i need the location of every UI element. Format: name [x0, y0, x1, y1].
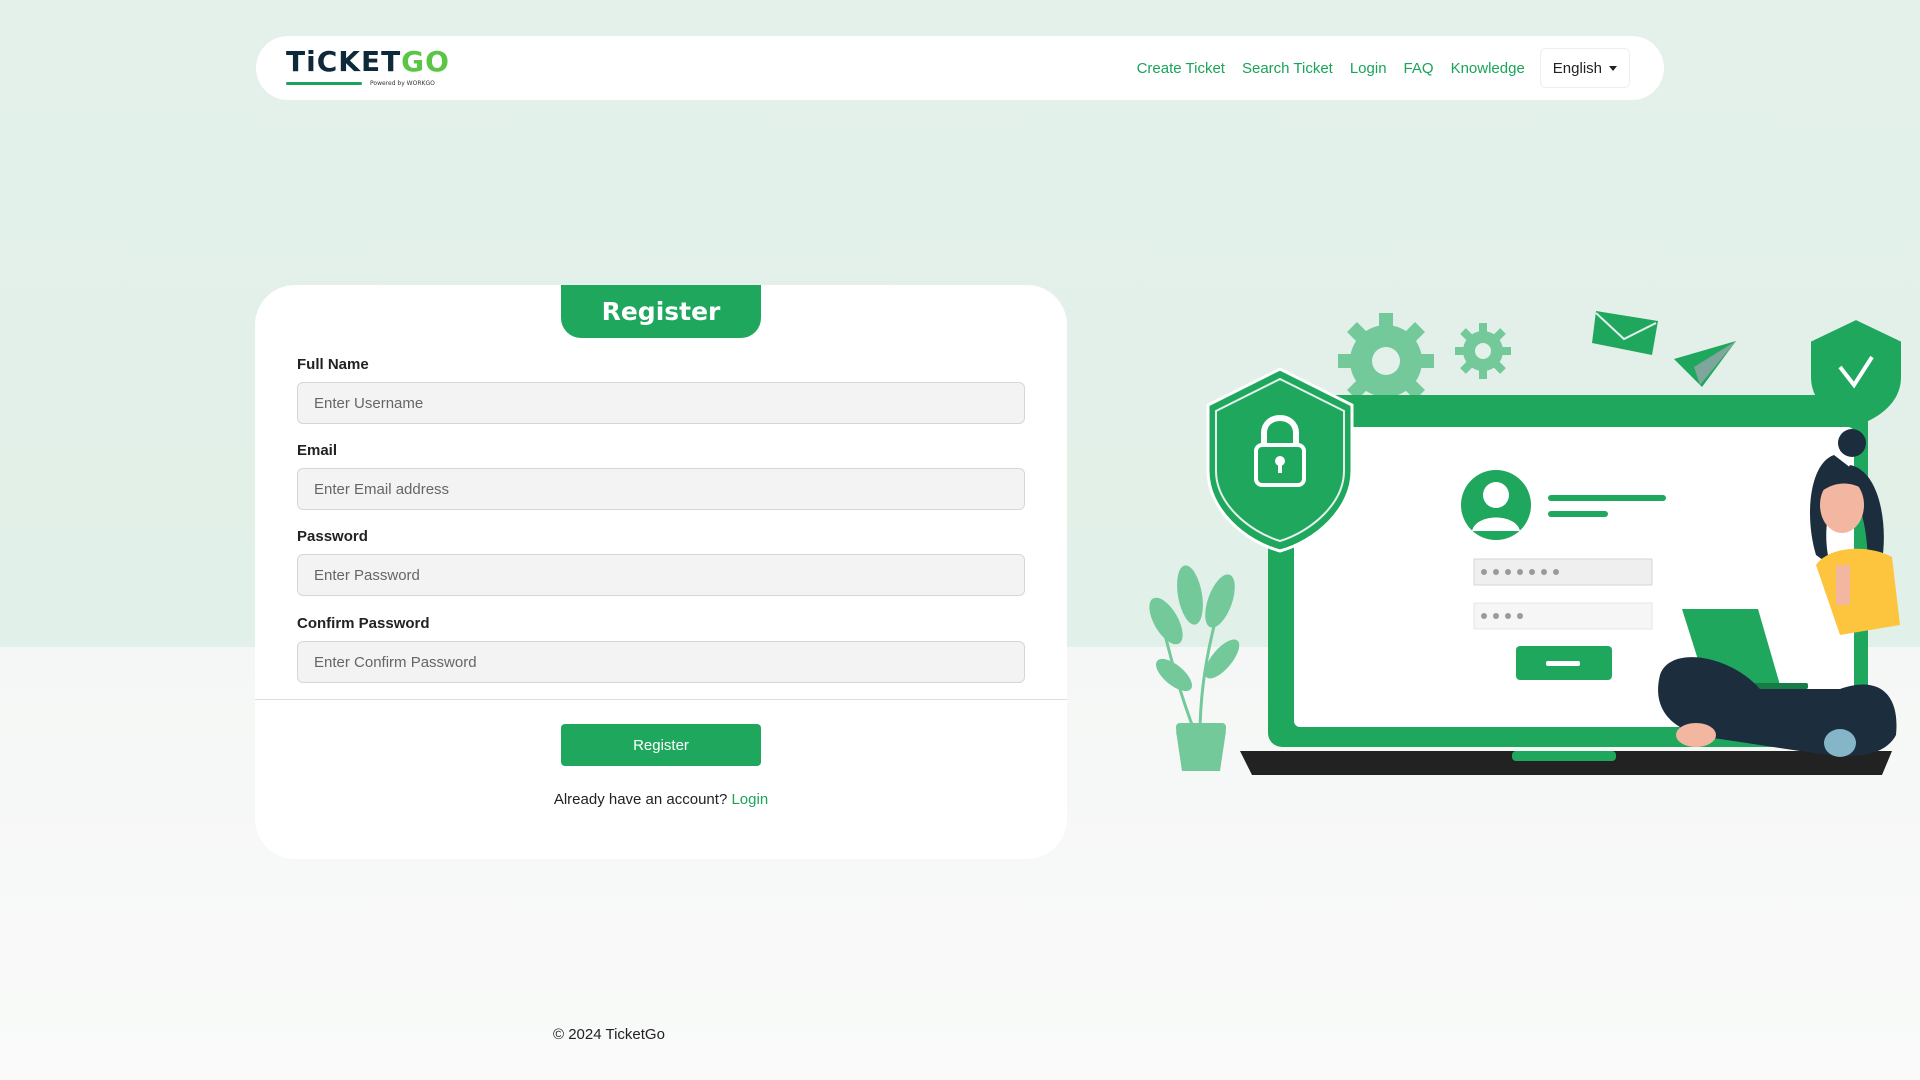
- nav-links: Create Ticket Search Ticket Login FAQ Kn…: [1120, 48, 1630, 88]
- full-name-label: Full Name: [297, 356, 369, 373]
- plant-icon: [1149, 565, 1240, 771]
- confirm-password-label: Confirm Password: [297, 615, 430, 632]
- register-title: Register: [561, 285, 761, 338]
- language-dropdown[interactable]: English: [1539, 48, 1630, 88]
- nav-link-knowledge[interactable]: Knowledge: [1451, 60, 1525, 77]
- logo-wordmark: TiCKETGO: [286, 45, 450, 78]
- register-button[interactable]: Register: [561, 724, 761, 766]
- email-label: Email: [297, 442, 338, 459]
- paper-plane-icon: [1674, 341, 1736, 387]
- register-card: Register Full Name Email Password Confir…: [255, 285, 1067, 859]
- language-label: English: [1552, 59, 1602, 77]
- screen-line-1: [1548, 495, 1666, 501]
- footer-copyright: © 2024 TicketGo: [553, 1026, 665, 1043]
- card-divider: [255, 699, 1067, 700]
- logo-subtext: Powered by WORKGO: [370, 80, 435, 87]
- screen-button-label: [1546, 661, 1580, 666]
- ticketgo-logo[interactable]: TiCKETGO Powered by WORKGO: [286, 45, 450, 90]
- security-login-illustration: [1149, 311, 1903, 775]
- caret-down-icon: [1609, 65, 1617, 71]
- screen-line-2: [1548, 511, 1608, 517]
- confirm-password-input[interactable]: [297, 641, 1025, 683]
- navbar: TiCKETGO Powered by WORKGO Create Ticket…: [256, 36, 1664, 100]
- full-name-input[interactable]: [297, 382, 1025, 424]
- password-input[interactable]: [297, 554, 1025, 596]
- nav-link-login[interactable]: Login: [1350, 60, 1387, 77]
- gear-small-icon: [1455, 323, 1511, 379]
- account-prompt: Already have an account? Login: [255, 791, 1067, 808]
- screen-field-1: [1473, 558, 1653, 586]
- email-input[interactable]: [297, 468, 1025, 510]
- user-avatar-icon: [1461, 470, 1531, 540]
- account-prompt-text: Already have an account?: [553, 791, 728, 808]
- nav-link-search-ticket[interactable]: Search Ticket: [1242, 60, 1333, 77]
- nav-link-faq[interactable]: FAQ: [1404, 60, 1434, 77]
- nav-link-create-ticket[interactable]: Create Ticket: [1137, 60, 1225, 77]
- logo-underline: [286, 82, 362, 85]
- password-label: Password: [297, 528, 368, 545]
- envelope-icon: [1592, 311, 1658, 355]
- screen-field-2: [1473, 602, 1653, 630]
- login-link[interactable]: Login: [731, 791, 768, 808]
- gear-icon: [1338, 313, 1434, 409]
